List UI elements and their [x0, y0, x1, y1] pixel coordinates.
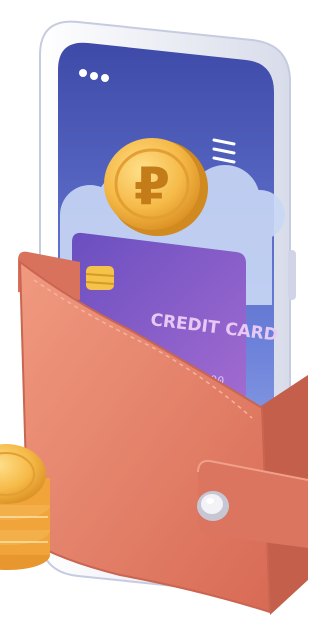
illustration-canvas: ₽ CREDIT CARD 0000	[0, 0, 321, 628]
phone-side-button	[288, 250, 296, 300]
card-chip-icon	[85, 266, 115, 290]
wallet-snap-button	[197, 491, 229, 521]
wallet-phone-illustration: ₽ CREDIT CARD 0000	[0, 20, 309, 615]
coin-stack	[0, 444, 50, 570]
coin-currency-symbol: ₽	[134, 157, 170, 217]
